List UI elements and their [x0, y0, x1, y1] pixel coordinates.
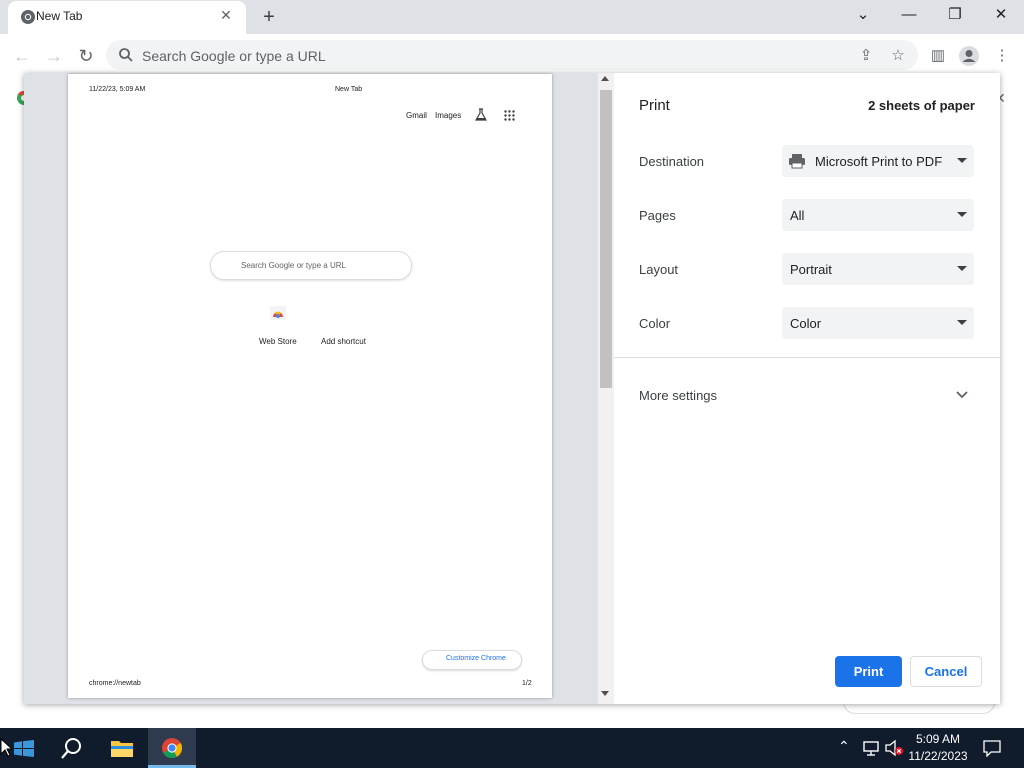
color-value: Color — [790, 316, 822, 331]
share-icon[interactable]: ⇪ — [854, 44, 878, 68]
preview-scroll-thumb[interactable] — [600, 90, 612, 388]
profile-avatar-icon[interactable] — [958, 45, 980, 67]
reload-button[interactable]: ↻ — [74, 44, 98, 68]
preview-footer-page: 1/2 — [522, 680, 532, 687]
tab-title: New Tab — [36, 9, 83, 23]
preview-shortcut-add: Add shortcut — [321, 337, 366, 346]
scroll-up-arrow-icon[interactable] — [601, 76, 609, 81]
file-explorer-icon[interactable] — [110, 738, 134, 758]
printer-icon — [789, 154, 805, 169]
taskbar-clock-time[interactable]: 5:09 AM — [905, 732, 971, 746]
preview-images-link: Images — [435, 111, 462, 120]
taskbar-search-icon[interactable] — [60, 736, 84, 760]
search-icon — [119, 48, 133, 62]
pages-select[interactable] — [782, 199, 974, 231]
omnibox-placeholder: Search Google or type a URL — [142, 48, 326, 64]
volume-muted-icon[interactable] — [884, 739, 904, 757]
preview-apps-grid-icon — [504, 110, 515, 121]
more-settings-toggle[interactable]: More settings — [639, 388, 717, 403]
network-icon[interactable] — [862, 740, 880, 756]
pages-value: All — [790, 208, 805, 223]
windows-start-icon[interactable] — [14, 740, 34, 757]
preview-footer-url: chrome://newtab — [89, 680, 141, 687]
preview-header-title: New Tab — [335, 86, 363, 93]
preview-shortcut-web-store: Web Store — [259, 337, 297, 346]
side-panel-icon[interactable]: ▥ — [926, 44, 950, 68]
tab-search-icon[interactable]: ⌄ — [840, 0, 886, 30]
sheet-count: 2 sheets of paper — [868, 98, 975, 113]
restore-button[interactable]: ❐ — [932, 0, 978, 30]
taskbar-clock-date[interactable]: 11/22/2023 — [905, 749, 971, 763]
color-caret-icon — [957, 320, 967, 325]
color-label: Color — [639, 316, 671, 331]
pages-label: Pages — [639, 208, 676, 223]
minimize-button[interactable]: — — [886, 0, 932, 30]
mouse-cursor-icon — [0, 738, 12, 757]
bookmark-star-icon[interactable]: ☆ — [886, 44, 910, 68]
pages-caret-icon — [957, 212, 967, 217]
cancel-button[interactable]: Cancel — [910, 656, 982, 687]
chrome-icon — [21, 10, 35, 24]
preview-page — [68, 74, 552, 698]
close-window-button[interactable]: ✕ — [978, 0, 1024, 30]
layout-value: Portrait — [790, 262, 832, 277]
destination-label: Destination — [639, 154, 705, 169]
layout-caret-icon — [957, 266, 967, 271]
web-store-icon — [270, 306, 286, 320]
scroll-down-arrow-icon[interactable] — [601, 691, 609, 696]
tray-chevron-up-icon[interactable]: ⌃ — [838, 738, 850, 755]
forward-button[interactable]: → — [42, 44, 66, 68]
preview-search-placeholder: Search Google or type a URL — [241, 261, 346, 270]
chevron-down-icon[interactable] — [956, 390, 968, 400]
preview-header-datetime: 11/22/23, 5:09 AM — [89, 86, 146, 93]
preview-gmail-link: Gmail — [406, 111, 427, 120]
new-tab-button[interactable]: + — [258, 6, 280, 28]
menu-kebab-icon[interactable]: ⋮ — [990, 44, 1014, 68]
preview-labs-flask-icon — [474, 108, 488, 121]
preview-customize-label: Customize Chrome — [446, 655, 506, 662]
layout-label: Layout — [639, 262, 679, 277]
notifications-icon[interactable] — [983, 739, 1001, 757]
destination-value: Microsoft Print to PDF — [815, 154, 943, 169]
destination-caret-icon — [957, 158, 967, 163]
back-button[interactable]: ← — [10, 44, 34, 68]
print-button[interactable]: Print — [835, 656, 902, 687]
chrome-taskbar-icon — [162, 738, 183, 759]
print-title: Print — [639, 97, 670, 114]
settings-divider — [614, 357, 1000, 358]
tab-close-icon[interactable]: ✕ — [218, 7, 234, 23]
